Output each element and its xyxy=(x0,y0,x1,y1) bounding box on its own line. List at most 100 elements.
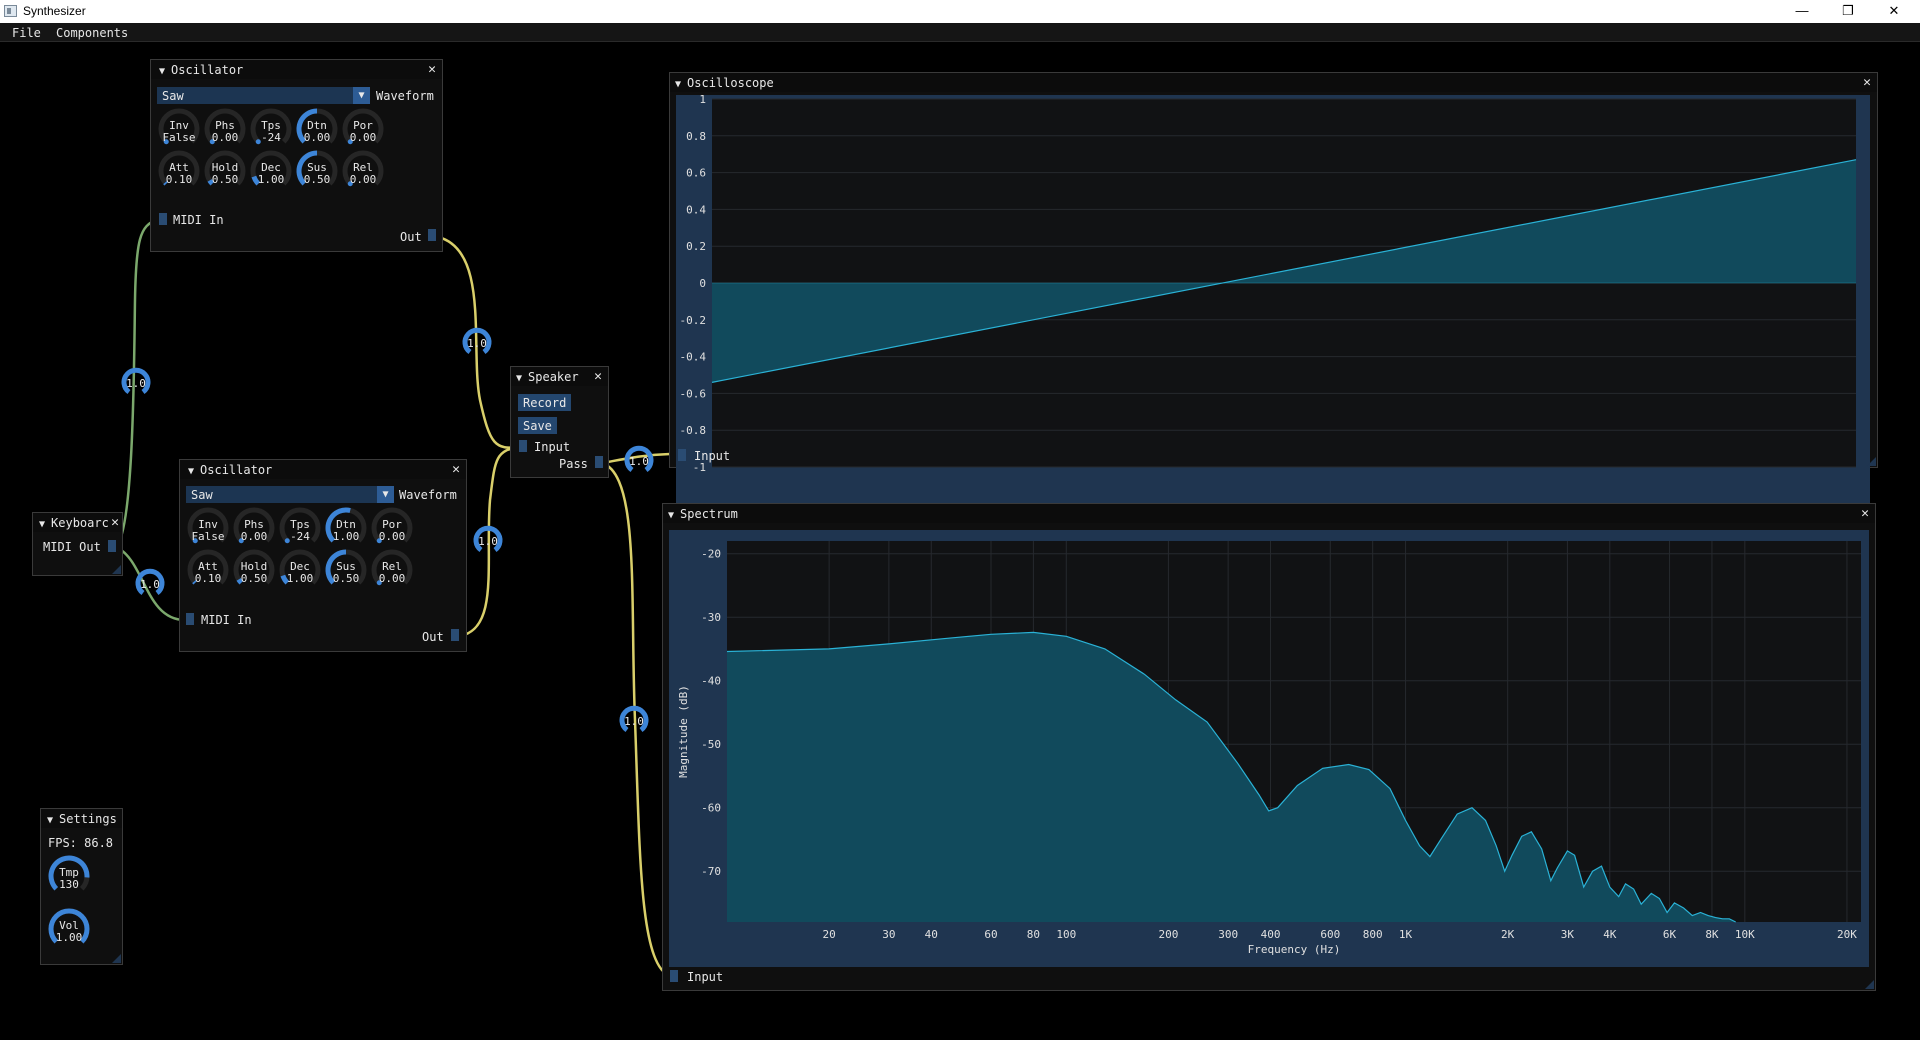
knob-value: 0.00 xyxy=(240,530,268,543)
pass-port[interactable] xyxy=(595,456,603,468)
keyboard-panel[interactable]: ▼ Keyboarc ✕ MIDI Out xyxy=(32,512,123,576)
speaker-panel[interactable]: ▼ Speaker ✕ Record Save Input Pass xyxy=(510,366,609,478)
inv-knob[interactable]: Inv False xyxy=(155,107,203,153)
tps-knob[interactable]: Tps -24 xyxy=(247,107,295,153)
x-tick-label: 20K xyxy=(1837,928,1857,941)
y-tick-label: 1 xyxy=(699,95,706,106)
collapse-arrow-icon[interactable]: ▼ xyxy=(188,466,194,477)
resize-grip[interactable] xyxy=(112,565,121,574)
att-knob[interactable]: Att 0.10 xyxy=(155,149,203,195)
input-port[interactable] xyxy=(670,970,678,982)
panel-header[interactable]: ▼ Spectrum ✕ xyxy=(663,504,1875,523)
midi-out-port[interactable] xyxy=(108,540,116,552)
y-tick-label: 0.4 xyxy=(686,203,706,216)
panel-header[interactable]: ▼ Keyboarc ✕ xyxy=(33,513,122,532)
spectrum-plot: -20 -30 -40 -50 -60 -70 20 30 40 60 80 100 200 300 400… xyxy=(677,541,1861,956)
panel-header[interactable]: ▼ Settings xyxy=(41,809,122,828)
dec-knob[interactable]: Dec 1.00 xyxy=(247,149,295,195)
panel-title: Keyboarc xyxy=(51,516,109,530)
chevron-down-icon[interactable]: ▼ xyxy=(353,87,370,104)
sus-knob[interactable]: Sus 0.50 xyxy=(293,149,341,195)
close-icon[interactable]: ✕ xyxy=(1863,75,1871,90)
close-icon[interactable]: ✕ xyxy=(452,462,460,477)
wire-gain-value: 1.0 xyxy=(624,715,644,728)
collapse-arrow-icon[interactable]: ▼ xyxy=(668,510,674,521)
resize-grip[interactable] xyxy=(112,954,121,963)
inv-knob[interactable]: Inv False xyxy=(184,506,232,552)
save-button[interactable]: Save xyxy=(518,417,557,434)
dtn-knob[interactable]: Dtn 1.00 xyxy=(322,506,370,552)
pass-label: Pass xyxy=(559,457,588,471)
midi-in-port[interactable] xyxy=(186,613,194,625)
tps-knob[interactable]: Tps -24 xyxy=(276,506,324,552)
x-tick-label: 60 xyxy=(984,928,997,941)
midi-in-port[interactable] xyxy=(159,213,167,225)
wire-gain-knob[interactable]: 1.0 xyxy=(623,445,655,477)
x-tick-label: 6K xyxy=(1663,928,1677,941)
x-tick-label: 400 xyxy=(1261,928,1281,941)
hold-knob[interactable]: Hold 0.50 xyxy=(230,548,278,594)
oscillator-panel-2[interactable]: ▼ Oscillator ✕ Saw ▼ Waveform Inv False Phs… xyxy=(179,459,467,652)
x-tick-label: 3K xyxy=(1561,928,1575,941)
y-tick-label: -60 xyxy=(701,802,721,815)
dtn-knob[interactable]: Dtn 0.00 xyxy=(293,107,341,153)
panel-title: Oscillator xyxy=(171,63,244,77)
collapse-arrow-icon[interactable]: ▼ xyxy=(159,66,165,77)
settings-panel[interactable]: ▼ Settings FPS: 86.8 Tmp 130 Vol 1.00 xyxy=(40,808,123,965)
dec-knob[interactable]: Dec 1.00 xyxy=(276,548,324,594)
out-port[interactable] xyxy=(451,629,459,641)
input-port[interactable] xyxy=(519,440,527,452)
collapse-arrow-icon[interactable]: ▼ xyxy=(516,373,522,384)
input-port[interactable] xyxy=(678,449,686,461)
waveform-dropdown[interactable]: Saw ▼ xyxy=(186,486,394,503)
spectrum-panel[interactable]: ▼ Spectrum ✕ -20 -30 -40 -50 -60 -70 20 30 40 60 80… xyxy=(662,503,1876,991)
rel-knob[interactable]: Rel 0.00 xyxy=(339,149,387,195)
panel-header[interactable]: ▼ Oscillator ✕ xyxy=(151,60,442,79)
close-icon[interactable]: ✕ xyxy=(1861,506,1869,521)
knob-value: 0.00 xyxy=(211,131,239,144)
rel-knob[interactable]: Rel 0.00 xyxy=(368,548,416,594)
knob-value: 1.00 xyxy=(286,572,314,585)
por-knob[interactable]: Por 0.00 xyxy=(368,506,416,552)
panel-header[interactable]: ▼ Speaker ✕ xyxy=(511,367,608,386)
collapse-arrow-icon[interactable]: ▼ xyxy=(675,79,681,90)
y-tick-label: -0.6 xyxy=(680,387,707,400)
out-port[interactable] xyxy=(428,229,436,241)
x-tick-label: 80 xyxy=(1027,928,1040,941)
por-knob[interactable]: Por 0.00 xyxy=(339,107,387,153)
resize-grip[interactable] xyxy=(1867,457,1876,466)
tmp-knob[interactable]: Tmp 130 xyxy=(45,854,93,900)
knob-value: 1.00 xyxy=(55,931,83,944)
collapse-arrow-icon[interactable]: ▼ xyxy=(39,519,45,530)
resize-grip[interactable] xyxy=(1865,980,1874,989)
close-icon[interactable]: ✕ xyxy=(428,62,436,77)
close-icon[interactable]: ✕ xyxy=(111,515,119,530)
wire-gain-knob[interactable]: 1.0 xyxy=(618,705,650,737)
close-icon[interactable]: ✕ xyxy=(594,369,602,384)
phs-knob[interactable]: Phs 0.00 xyxy=(230,506,278,552)
knob-value: 0.50 xyxy=(303,173,331,186)
record-button[interactable]: Record xyxy=(518,394,572,411)
oscillator-panel-1[interactable]: ▼ Oscillator ✕ Saw ▼ Waveform Inv False Phs… xyxy=(150,59,443,252)
oscilloscope-panel[interactable]: ▼ Oscilloscope ✕ 1 0.8 0.6 0.4 0.2 0 -0.2 -0.4 -0… xyxy=(669,72,1878,511)
knob-value: 0.50 xyxy=(211,173,239,186)
knob-value: -24 xyxy=(261,131,281,144)
hold-knob[interactable]: Hold 0.50 xyxy=(201,149,249,195)
wire-gain-knob[interactable]: 1.0 xyxy=(134,568,166,600)
vol-knob[interactable]: Vol 1.00 xyxy=(45,907,93,953)
y-tick-label: -40 xyxy=(701,675,721,688)
chevron-down-icon[interactable]: ▼ xyxy=(377,486,394,503)
phs-knob[interactable]: Phs 0.00 xyxy=(201,107,249,153)
midi-out-label: MIDI Out xyxy=(43,540,101,554)
knob-value: 0.50 xyxy=(332,572,360,585)
waveform-label: Waveform xyxy=(399,488,457,502)
wire-gain-knob[interactable]: 1.0 xyxy=(472,525,504,557)
collapse-arrow-icon[interactable]: ▼ xyxy=(47,815,53,826)
att-knob[interactable]: Att 0.10 xyxy=(184,548,232,594)
panel-header[interactable]: ▼ Oscilloscope ✕ xyxy=(670,73,1877,92)
waveform-dropdown[interactable]: Saw ▼ xyxy=(157,87,370,104)
wire-gain-knob[interactable]: 1.0 xyxy=(120,367,152,399)
wire-gain-knob[interactable]: 1.0 xyxy=(461,327,493,359)
sus-knob[interactable]: Sus 0.50 xyxy=(322,548,370,594)
panel-header[interactable]: ▼ Oscillator ✕ xyxy=(180,460,466,479)
